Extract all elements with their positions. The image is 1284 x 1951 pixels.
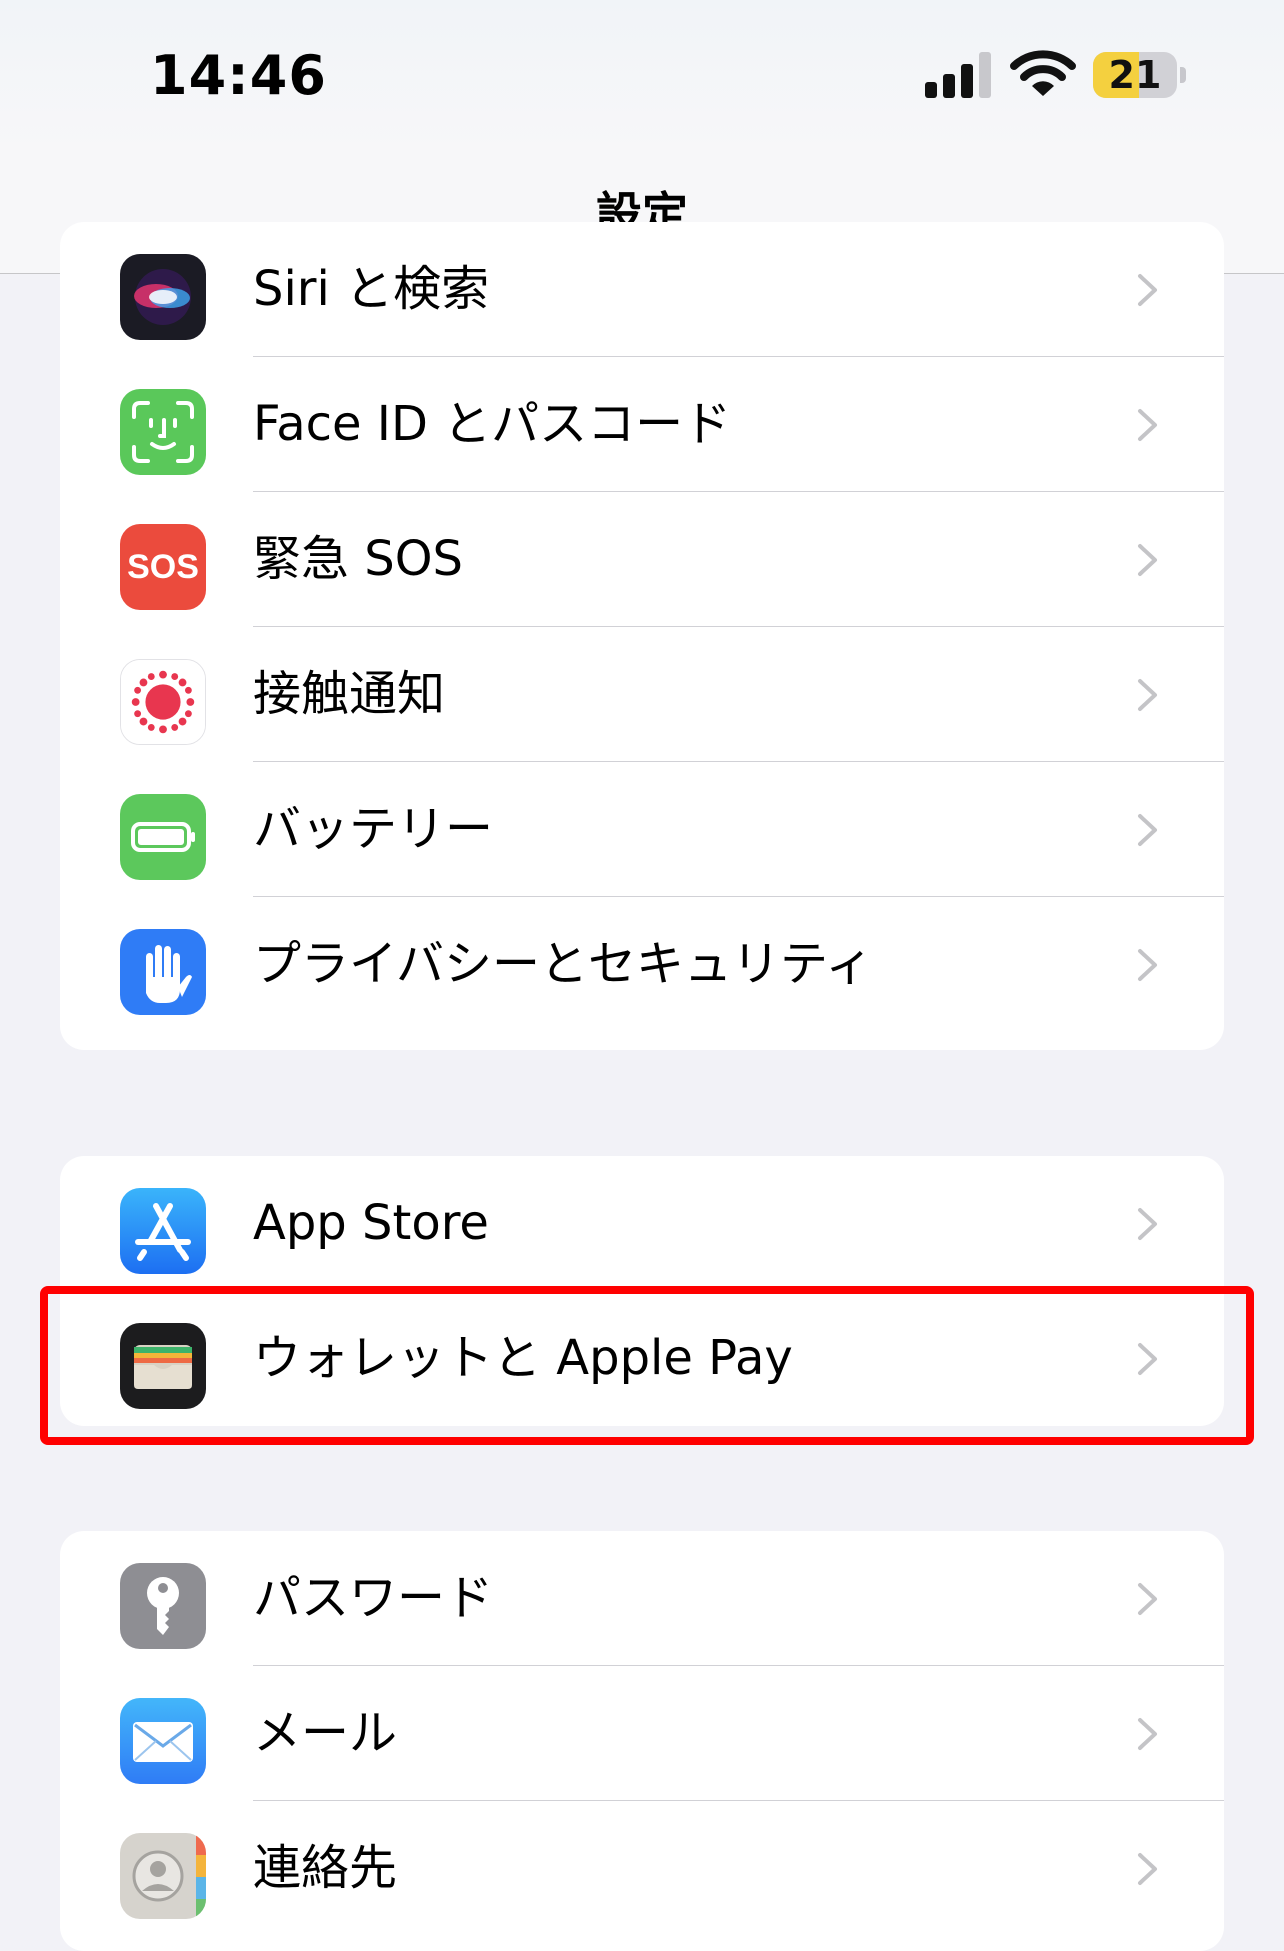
settings-row-label: App Store (253, 1195, 489, 1251)
mail-icon (120, 1698, 206, 1784)
contacts-icon (120, 1833, 206, 1919)
settings-row-app-store[interactable]: App Store (60, 1156, 1224, 1291)
settings-row-privacy[interactable]: プライバシーとセキュリティ (60, 897, 1224, 1032)
key-icon (120, 1563, 206, 1649)
settings-group-security: Siri と検索 Face ID とパスコード SOS 緊急 SOS 接触通知 … (60, 222, 1224, 1050)
chevron-right-icon (1136, 407, 1160, 443)
sos-icon: SOS (120, 524, 206, 610)
app-store-icon (120, 1188, 206, 1274)
wallet-highlight-box (40, 1286, 1254, 1445)
battery-tip (1180, 67, 1186, 83)
settings-row-emergency-sos[interactable]: SOS 緊急 SOS (60, 492, 1224, 627)
chevron-right-icon (1136, 272, 1160, 308)
settings-group-accounts: パスワード メール 連絡先 (60, 1531, 1224, 1951)
chevron-right-icon (1136, 1206, 1160, 1242)
status-time: 14:46 (150, 44, 327, 107)
wifi-icon (1010, 48, 1076, 100)
siri-icon (120, 254, 206, 340)
chevron-right-icon (1136, 677, 1160, 713)
settings-row-label: プライバシーとセキュリティ (253, 936, 874, 992)
battery-level: 21 (1108, 53, 1162, 97)
exposure-notification-icon (120, 659, 206, 745)
face-id-icon (120, 389, 206, 475)
settings-row-siri[interactable]: Siri と検索 (60, 222, 1224, 357)
chevron-right-icon (1136, 1851, 1160, 1887)
battery-icon (120, 794, 206, 880)
settings-row-label: Siri と検索 (253, 261, 490, 317)
hand-icon (120, 929, 206, 1015)
chevron-right-icon (1136, 1716, 1160, 1752)
settings-row-battery[interactable]: バッテリー (60, 762, 1224, 897)
settings-row-label: バッテリー (253, 801, 494, 857)
chevron-right-icon (1136, 542, 1160, 578)
settings-row-contacts[interactable]: 連絡先 (60, 1801, 1224, 1936)
status-bar: 14:46 21 (0, 0, 1284, 150)
chevron-right-icon (1136, 1581, 1160, 1617)
sos-icon-text: SOS (127, 548, 199, 586)
settings-row-label: Face ID とパスコード (253, 396, 732, 452)
settings-row-label: メール (253, 1705, 398, 1761)
settings-row-passwords[interactable]: パスワード (60, 1531, 1224, 1666)
battery-indicator: 21 (1093, 52, 1177, 98)
settings-row-label: 連絡先 (253, 1840, 398, 1896)
settings-row-label: 緊急 SOS (253, 531, 463, 587)
settings-row-face-id[interactable]: Face ID とパスコード (60, 357, 1224, 492)
chevron-right-icon (1136, 947, 1160, 983)
settings-row-label: パスワード (253, 1570, 494, 1626)
cellular-signal-icon (925, 52, 991, 98)
settings-row-label: 接触通知 (253, 666, 446, 722)
settings-row-exposure-notification[interactable]: 接触通知 (60, 627, 1224, 762)
settings-row-mail[interactable]: メール (60, 1666, 1224, 1801)
chevron-right-icon (1136, 812, 1160, 848)
